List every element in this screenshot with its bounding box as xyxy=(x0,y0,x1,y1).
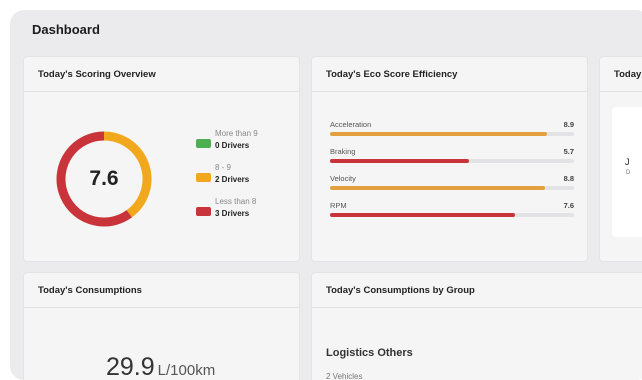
eco-row-label: Braking xyxy=(330,147,356,156)
partial-card-name: J xyxy=(625,157,630,167)
dashboard-frame: Dashboard Today's Scoring Overview 7.6 M… xyxy=(10,10,642,380)
consumption-value: 29.9 xyxy=(106,353,155,380)
eco-row-value: 5.7 xyxy=(563,147,574,156)
consumption-unit: L/100km xyxy=(157,362,216,379)
eco-score-card: Today's Eco Score Efficiency Acceleratio… xyxy=(312,57,587,261)
partial-card-detail: D xyxy=(626,170,631,176)
eco-row-fill xyxy=(330,159,470,163)
eco-score-title: Today's Eco Score Efficiency xyxy=(312,57,587,92)
eco-row-label: Acceleration xyxy=(330,120,372,129)
consumptions-card: Today's Consumptions 29.9 L/100km xyxy=(24,273,299,380)
eco-row-track xyxy=(330,132,574,136)
consumptions-title: Today's Consumptions xyxy=(24,273,299,308)
legend-range: 8 - 9 xyxy=(215,163,232,172)
group-name[interactable]: Logistics Others xyxy=(326,347,413,359)
eco-row-fill xyxy=(330,186,545,190)
legend-count: 2 Drivers xyxy=(215,175,250,184)
scoring-overview-card: Today's Scoring Overview 7.6 More than 9… xyxy=(24,57,299,261)
eco-row-track xyxy=(330,186,574,190)
eco-row-track xyxy=(330,213,574,217)
scoring-overview-title: Today's Scoring Overview xyxy=(24,57,299,92)
page-title: Dashboard xyxy=(32,22,100,37)
consumptions-by-group-title: Today's Consumptions by Group xyxy=(312,273,642,308)
eco-row-track xyxy=(330,159,574,163)
eco-row-value: 7.6 xyxy=(563,201,574,210)
eco-row-value: 8.9 xyxy=(563,120,574,129)
consumption-readout: 29.9 L/100km xyxy=(106,353,215,380)
score-value: 7.6 xyxy=(89,167,119,190)
eco-row-value: 8.8 xyxy=(563,174,574,183)
legend-swatch-red xyxy=(196,207,211,216)
eco-row-label: Velocity xyxy=(330,174,356,183)
group-vehicles: 2 Vehicles xyxy=(326,372,363,380)
legend-count: 0 Drivers xyxy=(215,141,250,150)
partial-card: Today J D xyxy=(600,57,642,261)
eco-row-label: RPM xyxy=(330,201,347,210)
legend-swatch-green xyxy=(196,139,211,148)
legend-swatch-orange xyxy=(196,173,211,182)
eco-row-fill xyxy=(330,213,516,217)
consumptions-by-group-card: Today's Consumptions by Group Logistics … xyxy=(312,273,642,380)
partial-card-title: Today xyxy=(600,57,642,92)
legend-range: More than 9 xyxy=(215,129,258,138)
legend-range: Less than 8 xyxy=(215,197,257,206)
legend-count: 3 Drivers xyxy=(215,209,250,218)
eco-row-fill xyxy=(330,132,548,136)
